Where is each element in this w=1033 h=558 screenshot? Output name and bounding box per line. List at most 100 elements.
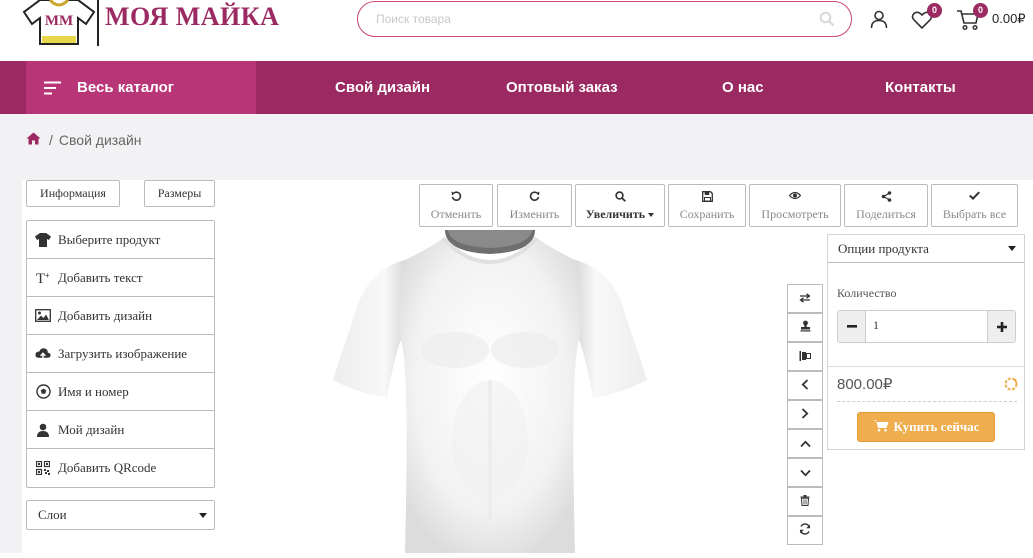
user-account-icon[interactable]: [869, 9, 889, 34]
side-item-label: Добавить QRcode: [58, 460, 157, 475]
tshirt-icon: [35, 232, 51, 248]
site-header: MM МОЯ МАЙКА 0 0 0.00₽: [0, 0, 1033, 61]
product-price: 800.00₽: [837, 376, 893, 393]
side-item-add-qrcode[interactable]: Добавить QRcode: [27, 449, 214, 487]
image-icon: [35, 308, 51, 324]
save-label: Сохранить: [679, 207, 735, 221]
qrcode-icon: [35, 460, 51, 476]
save-button[interactable]: Сохранить: [668, 184, 746, 227]
eye-icon: [750, 191, 840, 200]
svg-text:+: +: [45, 271, 50, 280]
sizes-button[interactable]: Размеры: [144, 180, 215, 207]
logo-tshirt-icon[interactable]: MM: [22, 0, 96, 53]
stamp-tool-button[interactable]: [787, 313, 823, 342]
logo-initials: MM: [45, 13, 73, 29]
quantity-label: Количество: [837, 286, 897, 300]
svg-text:T: T: [36, 271, 45, 286]
select-all-button[interactable]: Выбрать все: [931, 184, 1018, 227]
user-icon: [35, 422, 51, 438]
quantity-stepper: [837, 310, 1016, 343]
search-icon[interactable]: [819, 11, 835, 32]
cloud-upload-icon: [35, 346, 51, 362]
side-item-label: Выберите продукт: [58, 231, 161, 247]
arrow-left-icon: [801, 377, 809, 395]
undo-button[interactable]: Отменить: [419, 184, 493, 227]
caret-down-icon: [648, 213, 655, 218]
product-options-panel: Опции продукта Количество 800.00₽: [827, 234, 1025, 450]
catalog-menu-button[interactable]: Весь каталог: [26, 61, 256, 114]
align-icon: [799, 348, 811, 366]
catalog-label: Весь каталог: [77, 79, 174, 96]
search-input[interactable]: [376, 10, 796, 28]
nav-item-about[interactable]: О нас: [722, 79, 764, 96]
redo-label: Изменить: [509, 207, 560, 221]
menu-lines-icon: [44, 81, 62, 100]
logo-text[interactable]: МОЯ МАЙКА: [105, 2, 279, 32]
preview-button[interactable]: Просмотреть: [749, 184, 841, 227]
redo-button[interactable]: Изменить: [497, 184, 572, 227]
layers-dropdown[interactable]: Слои: [26, 500, 215, 530]
move-left-button[interactable]: [787, 371, 823, 400]
move-up-button[interactable]: [787, 429, 823, 458]
home-icon[interactable]: [26, 132, 41, 148]
nav-item-contacts[interactable]: Контакты: [885, 79, 956, 96]
caret-down-icon: [199, 513, 207, 518]
nav-item-custom-design[interactable]: Свой дизайн: [335, 79, 430, 96]
share-label: Поделиться: [856, 207, 916, 221]
quantity-minus-button[interactable]: [838, 311, 866, 342]
info-button[interactable]: Информация: [26, 180, 120, 207]
search-bar: [357, 1, 852, 37]
refresh-icon: [799, 522, 811, 540]
align-tool-button[interactable]: [787, 342, 823, 371]
side-item-name-number[interactable]: Имя и номер: [27, 373, 214, 411]
delete-button[interactable]: [787, 487, 823, 516]
preview-label: Просмотреть: [761, 207, 829, 221]
main-content: / Свой дизайн Информация Размеры Выберит…: [0, 114, 1033, 553]
tshirt-preview[interactable]: [325, 230, 655, 553]
side-item-my-design[interactable]: Мой дизайн: [27, 411, 214, 449]
product-options-dropdown[interactable]: Опции продукта: [828, 235, 1024, 263]
dashed-divider: [837, 401, 1017, 402]
share-button[interactable]: Поделиться: [844, 184, 928, 227]
zoom-dropdown-button[interactable]: Увеличить: [575, 184, 665, 227]
quantity-input[interactable]: [873, 318, 973, 333]
main-nav: Весь каталог Свой дизайн Оптовый заказ О…: [0, 61, 1033, 114]
save-icon: [669, 191, 745, 202]
side-item-label: Добавить дизайн: [58, 307, 153, 323]
move-right-button[interactable]: [787, 400, 823, 429]
layers-label: Слои: [38, 507, 67, 522]
zoom-icon: [576, 191, 664, 202]
ball-icon: [35, 384, 51, 400]
select-all-label: Выбрать все: [942, 207, 1007, 221]
side-item-upload-image[interactable]: Загрузить изображение: [27, 335, 214, 373]
buy-now-button[interactable]: Купить сейчас: [857, 412, 995, 442]
stamp-icon: [800, 319, 811, 337]
side-item-label: Загрузить изображение: [58, 345, 188, 361]
cart-total[interactable]: 0.00₽: [992, 11, 1026, 27]
divider: [828, 366, 1024, 367]
swap-tool-button[interactable]: [787, 284, 823, 313]
side-item-label: Имя и номер: [58, 383, 129, 399]
breadcrumb-separator: /: [49, 132, 53, 148]
side-item-add-design[interactable]: Добавить дизайн: [27, 297, 214, 335]
move-down-button[interactable]: [787, 458, 823, 487]
caret-down-icon: [1008, 246, 1016, 251]
cart-icon: [873, 419, 889, 436]
loading-spinner-icon: [1004, 377, 1018, 396]
arrow-down-icon: [799, 464, 811, 482]
buy-now-label: Купить сейчас: [893, 419, 980, 434]
undo-label: Отменить: [430, 207, 482, 221]
side-item-choose-product[interactable]: Выберите продукт: [27, 221, 214, 259]
quantity-plus-button[interactable]: [987, 311, 1015, 342]
cart-count-badge: 0: [973, 3, 988, 18]
undo-icon: [420, 191, 492, 202]
swap-icon: [799, 290, 811, 308]
reset-button[interactable]: [787, 516, 823, 545]
nav-item-wholesale[interactable]: Оптовый заказ: [506, 79, 618, 96]
share-icon: [845, 191, 927, 202]
logo-divider: [97, 0, 99, 46]
redo-icon: [498, 191, 571, 202]
side-item-add-text[interactable]: T + Добавить текст: [27, 259, 214, 297]
check-icon: [932, 191, 1017, 200]
breadcrumb-current: Свой дизайн: [58, 132, 142, 148]
